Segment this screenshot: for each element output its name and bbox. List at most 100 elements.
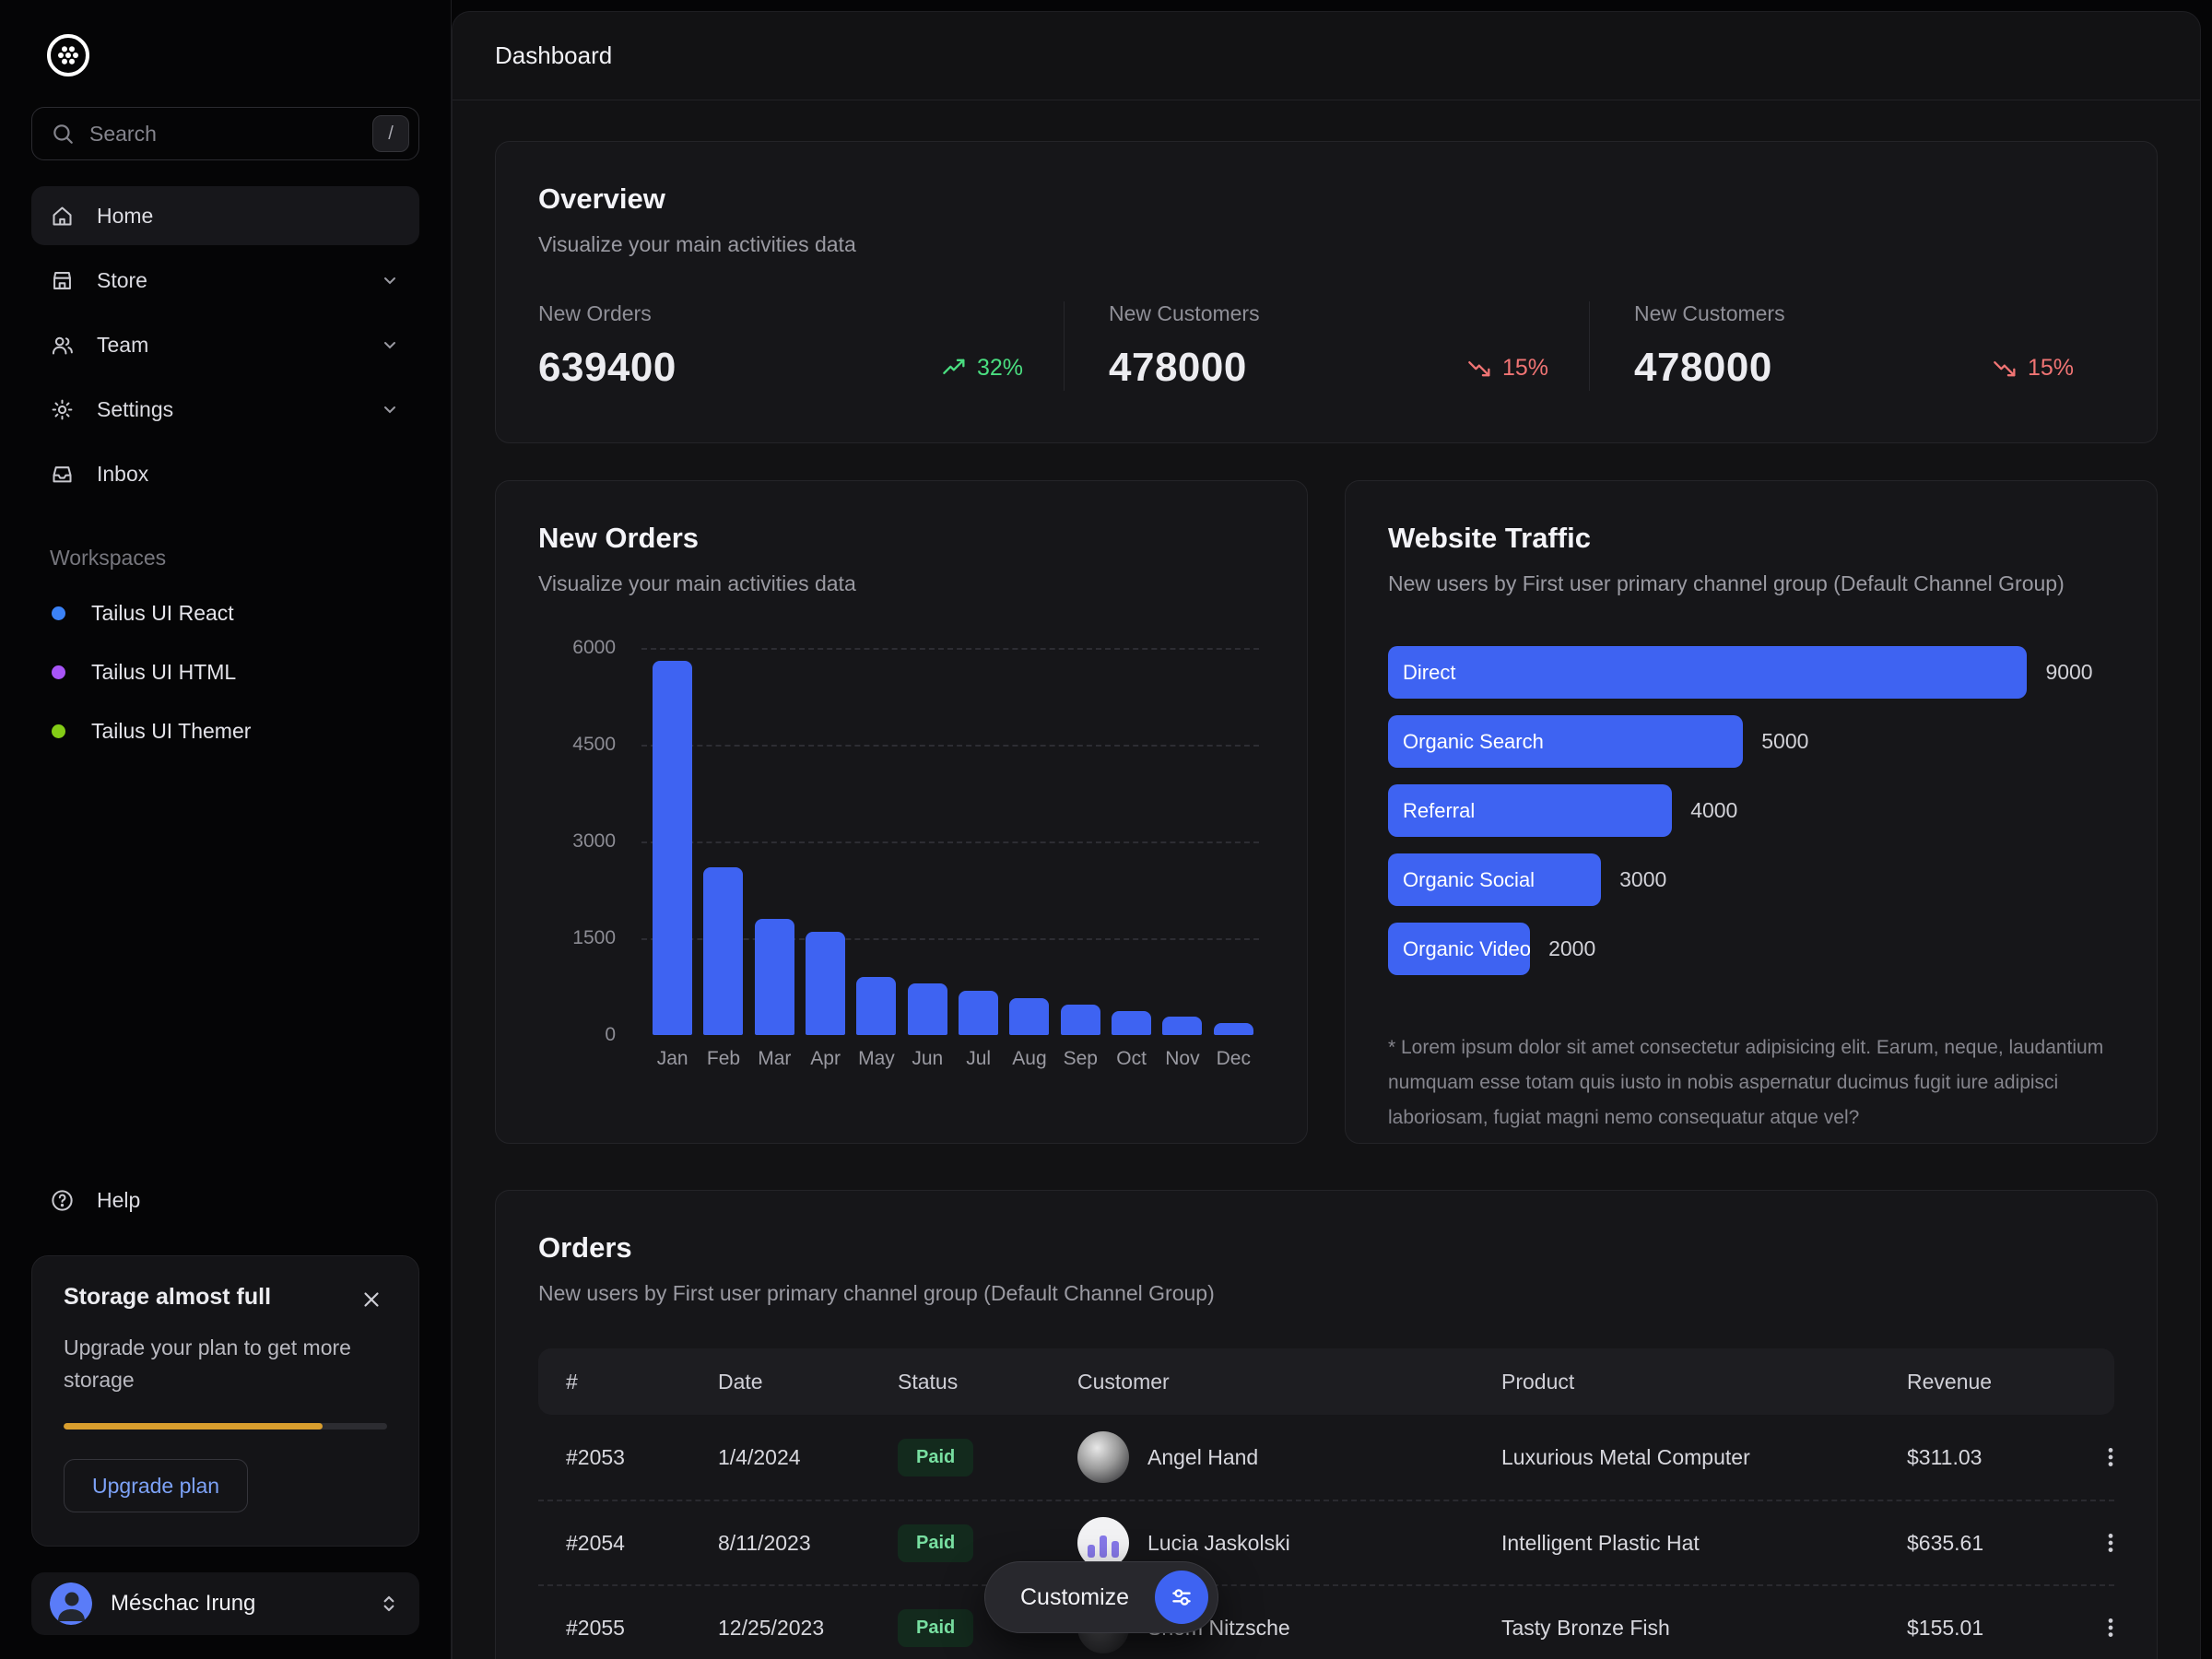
store-icon bbox=[50, 268, 75, 293]
chevron-down-icon bbox=[379, 334, 401, 356]
page-header: Dashboard bbox=[453, 12, 2200, 100]
revenue-value: $635.61 bbox=[1907, 1531, 2091, 1556]
product-name: Tasty Bronze Fish bbox=[1501, 1616, 1907, 1641]
order-date: 12/25/2023 bbox=[718, 1616, 898, 1641]
table-row[interactable]: #2053 1/4/2024 Paid Angel Hand Luxurious… bbox=[538, 1415, 2114, 1500]
orders-bar bbox=[1214, 1023, 1253, 1035]
sidebar-item-settings[interactable]: Settings bbox=[31, 380, 419, 439]
row-menu-kebab-icon[interactable] bbox=[2091, 1438, 2130, 1477]
close-icon[interactable] bbox=[356, 1284, 387, 1315]
workspaces-section-label: Workspaces bbox=[50, 546, 419, 571]
orders-bar bbox=[755, 919, 794, 1035]
storage-title: Storage almost full bbox=[64, 1284, 271, 1311]
workspace-dot-purple bbox=[52, 665, 65, 679]
row-menu-kebab-icon[interactable] bbox=[2091, 1524, 2130, 1562]
avatar bbox=[1077, 1431, 1129, 1483]
chart-subtitle: New users by First user primary channel … bbox=[1388, 571, 2114, 596]
help-label: Help bbox=[97, 1188, 140, 1213]
horizontal-bar-chart: Direct 9000 Organic Search 5000 Referral… bbox=[1388, 646, 2114, 975]
col-id: # bbox=[566, 1370, 718, 1394]
sidebar-spacer bbox=[31, 760, 419, 1171]
traffic-bar: Referral bbox=[1388, 784, 1672, 837]
main-content: Overview Visualize your main activities … bbox=[453, 100, 2200, 1659]
workspace-item-tailus-ui-themer[interactable]: Tailus UI Themer bbox=[31, 701, 419, 760]
sidebar-item-home[interactable]: Home bbox=[31, 186, 419, 245]
app-logo-icon bbox=[44, 31, 92, 79]
workspace-label: Tailus UI Themer bbox=[91, 719, 251, 744]
sidebar-item-team[interactable]: Team bbox=[31, 315, 419, 374]
product-name: Intelligent Plastic Hat bbox=[1501, 1531, 1907, 1556]
stat-value: 639400 bbox=[538, 345, 677, 391]
search-placeholder: Search bbox=[89, 122, 358, 147]
gear-icon bbox=[50, 397, 75, 422]
avatar bbox=[50, 1583, 92, 1625]
sidebar-item-store[interactable]: Store bbox=[31, 251, 419, 310]
traffic-bar-value: 2000 bbox=[1548, 936, 1595, 961]
search-shortcut-kbd: / bbox=[372, 115, 409, 152]
traffic-bar: Organic Social bbox=[1388, 853, 1601, 906]
orders-bar bbox=[806, 932, 845, 1035]
workspace-item-tailus-ui-html[interactable]: Tailus UI HTML bbox=[31, 642, 419, 701]
order-id: #2055 bbox=[566, 1616, 718, 1641]
orders-bar bbox=[653, 661, 692, 1035]
orders-bar bbox=[856, 977, 896, 1035]
charts-row: New Orders Visualize your main activitie… bbox=[495, 480, 2158, 1144]
overview-title: Overview bbox=[538, 182, 2114, 216]
table-header: # Date Status Customer Product Revenue bbox=[538, 1348, 2114, 1415]
table-row[interactable]: #2054 8/11/2023 Paid Lucia Jaskolski Int… bbox=[538, 1500, 2114, 1584]
chart-title: Website Traffic bbox=[1388, 522, 2114, 555]
sliders-icon bbox=[1155, 1571, 1208, 1624]
orders-bar bbox=[1162, 1017, 1202, 1035]
storage-progress-fill bbox=[64, 1423, 323, 1430]
sidebar-item-label: Store bbox=[97, 268, 147, 293]
orders-bar bbox=[1061, 1005, 1100, 1035]
stat-new-orders: New Orders 639400 32% bbox=[538, 301, 1064, 391]
sidebar-item-label: Settings bbox=[97, 397, 173, 422]
user-menu[interactable]: Méschac Irung bbox=[31, 1572, 419, 1635]
traffic-bar-value: 4000 bbox=[1690, 798, 1737, 823]
customer-name: Lucia Jaskolski bbox=[1147, 1531, 1290, 1556]
trend-up-icon bbox=[942, 357, 968, 379]
sidebar-item-help[interactable]: Help bbox=[31, 1171, 419, 1230]
website-traffic-card: Website Traffic New users by First user … bbox=[1345, 480, 2158, 1144]
col-revenue: Revenue bbox=[1907, 1370, 2091, 1394]
new-orders-chart-card: New Orders Visualize your main activitie… bbox=[495, 480, 1308, 1144]
orders-bar bbox=[1009, 998, 1049, 1035]
orders-table: # Date Status Customer Product Revenue #… bbox=[538, 1348, 2114, 1659]
revenue-value: $155.01 bbox=[1907, 1616, 2091, 1641]
y-axis-tick: 0 bbox=[538, 1024, 616, 1046]
col-product: Product bbox=[1501, 1370, 1907, 1394]
orders-bar bbox=[908, 983, 947, 1035]
search-input[interactable]: Search / bbox=[31, 107, 419, 160]
traffic-bar: Organic Search bbox=[1388, 715, 1743, 768]
status-badge: Paid bbox=[898, 1524, 973, 1562]
stat-delta: 15% bbox=[1467, 355, 1548, 382]
stat-label: New Customers bbox=[1634, 301, 2074, 326]
customer-cell: Angel Hand bbox=[1077, 1431, 1501, 1483]
traffic-bar-row: Direct 9000 bbox=[1388, 646, 2114, 699]
orders-card: Orders New users by First user primary c… bbox=[495, 1190, 2158, 1659]
orders-subtitle: New users by First user primary channel … bbox=[538, 1281, 2114, 1306]
workspace-label: Tailus UI HTML bbox=[91, 660, 236, 685]
workspace-label: Tailus UI React bbox=[91, 601, 234, 626]
table-row[interactable]: #2055 12/25/2023 Paid Shem Nitzsche Tast… bbox=[538, 1584, 2114, 1659]
order-date: 8/11/2023 bbox=[718, 1531, 898, 1556]
traffic-bar-row: Organic Video 2000 bbox=[1388, 923, 2114, 975]
workspace-dot-green bbox=[52, 724, 65, 738]
workspace-dot-blue bbox=[52, 606, 65, 620]
main-panel: Dashboard Overview Visualize your main a… bbox=[452, 11, 2201, 1659]
row-menu-kebab-icon[interactable] bbox=[2091, 1608, 2130, 1647]
sidebar: Search / Home Store bbox=[0, 0, 452, 1659]
sidebar-item-label: Inbox bbox=[97, 462, 148, 487]
sidebar-item-inbox[interactable]: Inbox bbox=[31, 444, 419, 503]
orders-bar bbox=[703, 867, 743, 1035]
team-icon bbox=[50, 333, 75, 358]
customize-button[interactable]: Customize bbox=[984, 1561, 1218, 1633]
upgrade-plan-button[interactable]: Upgrade plan bbox=[64, 1459, 248, 1512]
sidebar-item-label: Home bbox=[97, 204, 153, 229]
chevron-down-icon bbox=[379, 269, 401, 291]
y-axis-tick: 3000 bbox=[538, 830, 616, 853]
y-axis-tick: 6000 bbox=[538, 637, 616, 659]
workspace-item-tailus-ui-react[interactable]: Tailus UI React bbox=[31, 583, 419, 642]
traffic-bar: Direct bbox=[1388, 646, 2027, 699]
